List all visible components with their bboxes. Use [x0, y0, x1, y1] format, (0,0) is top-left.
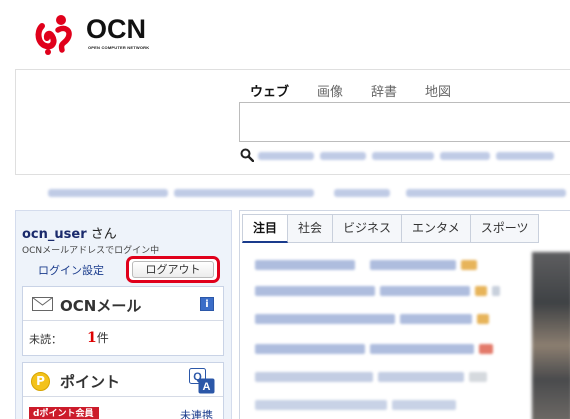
logout-highlight[interactable]: ログアウト: [126, 256, 220, 283]
news-tab-sports[interactable]: スポーツ: [470, 214, 540, 243]
search-tab-dictionary[interactable]: 辞書: [371, 81, 397, 100]
user-honorific: さん: [90, 227, 117, 242]
trending-keyword[interactable]: [258, 152, 314, 160]
news-tabs: 注目 社会 ビジネス エンタメ スポーツ: [242, 214, 540, 243]
unread-label: 未読：: [29, 333, 62, 346]
news-item[interactable]: [255, 285, 500, 297]
search-input[interactable]: [239, 102, 570, 142]
info-icon[interactable]: i: [200, 297, 214, 311]
logout-button[interactable]: ログアウト: [132, 261, 214, 278]
unread-number: 1: [87, 330, 97, 346]
point-icon: P: [31, 372, 50, 391]
news-item[interactable]: [255, 313, 489, 325]
logo-text: OCN: [86, 14, 146, 44]
promo-link[interactable]: [334, 189, 390, 197]
search-tab-web[interactable]: ウェブ: [250, 81, 289, 100]
news-item[interactable]: [255, 371, 487, 383]
mail-card: OCNメール i 未読： 1件: [22, 286, 224, 356]
unread-count[interactable]: 1件: [87, 329, 109, 346]
mail-icon: [32, 297, 53, 311]
news-tab-business[interactable]: ビジネス: [333, 214, 403, 243]
news-item[interactable]: [255, 343, 493, 355]
user-name: ocn_user: [22, 227, 87, 242]
point-title: ポイント: [60, 373, 121, 391]
ocn-logo[interactable]: OCN OPEN COMPUTER NETWORK: [34, 12, 154, 56]
news-thumbnail[interactable]: [532, 252, 570, 419]
trending-keyword[interactable]: [496, 152, 554, 160]
trending-keyword[interactable]: [372, 152, 434, 160]
promo-link[interactable]: [174, 189, 314, 197]
trending-keyword[interactable]: [320, 152, 366, 160]
promo-links: [48, 189, 566, 197]
search-icon: [240, 148, 254, 162]
search-tabs: ウェブ 画像 辞書 地図: [250, 81, 451, 100]
ocn-logo-mark-icon: [35, 15, 72, 55]
user-greeting: ocn_user さん: [22, 223, 117, 242]
login-status: OCNメールアドレスでログイン中: [22, 246, 160, 256]
logo-subtext: OPEN COMPUTER NETWORK: [88, 45, 150, 50]
point-card-header[interactable]: P ポイント Q A: [23, 363, 223, 397]
mail-card-header[interactable]: OCNメール i: [23, 287, 223, 321]
promo-link[interactable]: [406, 189, 566, 197]
search-tab-images[interactable]: 画像: [317, 81, 343, 100]
promo-link[interactable]: [48, 189, 168, 197]
qa-icon[interactable]: Q A: [189, 368, 215, 394]
news-tab-society[interactable]: 社会: [288, 214, 334, 243]
trending-keywords: [258, 152, 554, 160]
search-tab-map[interactable]: 地図: [425, 81, 451, 100]
news-item[interactable]: [255, 259, 477, 271]
point-card: P ポイント Q A dポイント会員 未連携: [22, 362, 224, 419]
unlinked-link[interactable]: 未連携: [180, 407, 213, 419]
mail-title: OCNメール: [60, 297, 142, 315]
news-item[interactable]: [255, 399, 456, 411]
news-tab-featured[interactable]: 注目: [242, 214, 289, 243]
svg-text:A: A: [203, 381, 211, 393]
unread-unit: 件: [96, 331, 109, 345]
trending-keyword[interactable]: [440, 152, 490, 160]
dpoint-banner[interactable]: dポイント会員: [29, 407, 99, 419]
login-settings-link[interactable]: ログイン設定: [38, 262, 104, 278]
news-tab-entertainment[interactable]: エンタメ: [402, 214, 471, 243]
